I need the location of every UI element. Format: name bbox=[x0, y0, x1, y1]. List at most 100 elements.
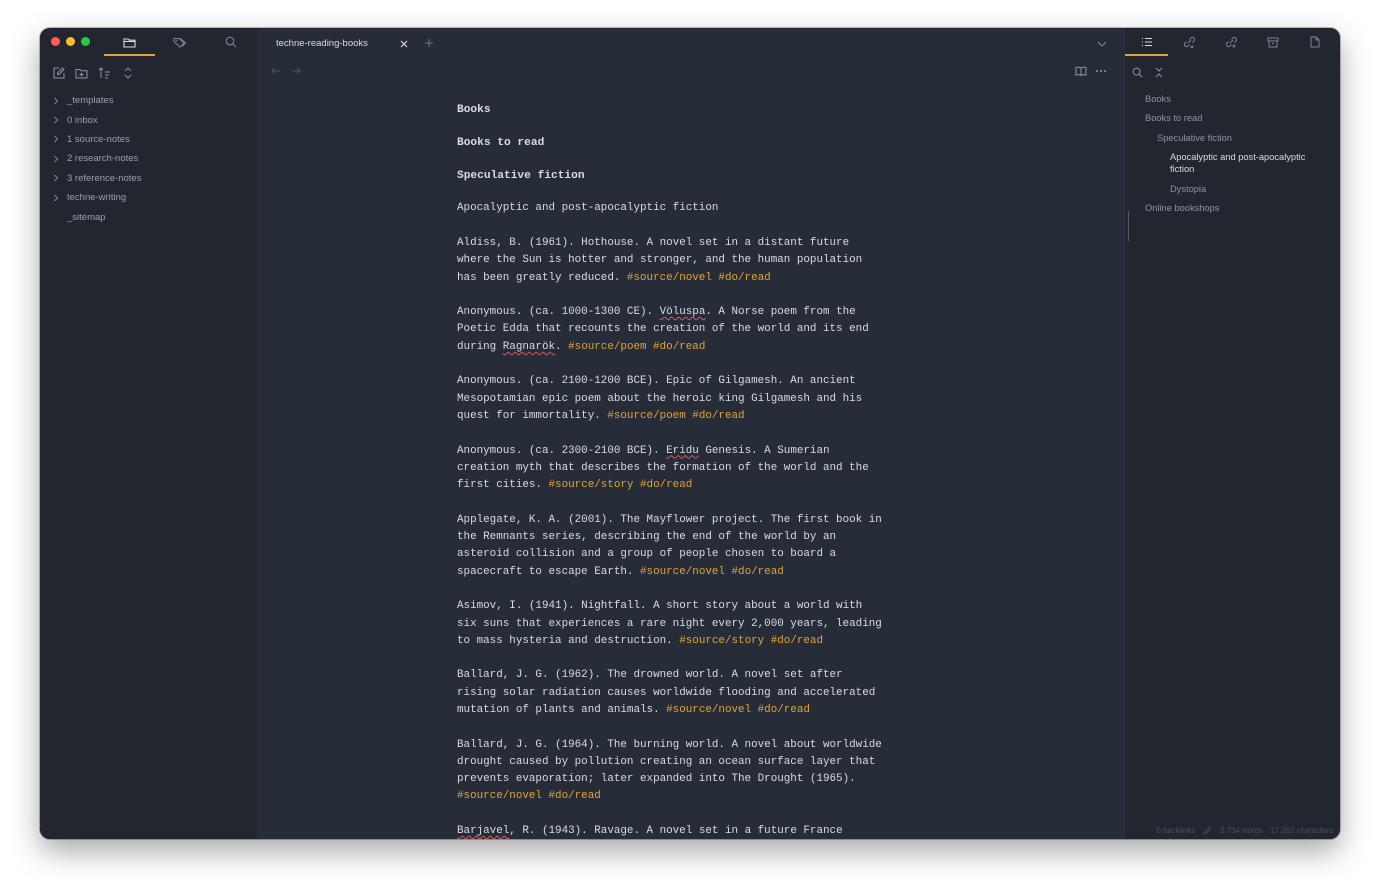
tab-file-explorer[interactable] bbox=[117, 34, 141, 50]
entry-voluspa: Anonymous. (ca. 1000-1300 CE). Völuspa. … bbox=[457, 306, 869, 353]
tab-archive[interactable] bbox=[1261, 34, 1285, 50]
outgoing-links-icon bbox=[1225, 36, 1237, 48]
tags-icon bbox=[173, 37, 187, 48]
arrow-right-icon bbox=[292, 67, 301, 75]
archive-icon bbox=[1267, 37, 1279, 47]
tree-item-label: _templates bbox=[67, 95, 114, 107]
minimize-window-button[interactable] bbox=[66, 37, 75, 46]
main-editor-pane: techne-reading-books Books Books to read bbox=[257, 28, 1125, 839]
tag-link[interactable]: #source/poem #do/read bbox=[568, 341, 705, 353]
tree-item-label: 2 research-notes bbox=[67, 153, 139, 165]
entry-barjavel-ravage: Barjavel, R. (1943). Ravage. A novel set… bbox=[457, 825, 843, 838]
tag-link[interactable]: #source/novel #do/read bbox=[457, 790, 601, 802]
book-open-icon bbox=[1075, 66, 1087, 76]
chevron-right-icon bbox=[54, 97, 59, 105]
tag-link[interactable]: #source/novel #do/read bbox=[666, 704, 810, 716]
outline-item-dystopia[interactable]: Dystopia bbox=[1170, 183, 1206, 195]
note-content[interactable]: Books Books to read Speculative fiction … bbox=[457, 102, 927, 839]
tree-folder-techne-writing[interactable]: techne-writing bbox=[40, 188, 257, 207]
outline-item-online-bookshops[interactable]: Online bookshops bbox=[1145, 202, 1219, 214]
tag-link[interactable]: #source/story #do/read bbox=[679, 635, 823, 647]
search-icon bbox=[225, 36, 237, 48]
outline-item-speculative-fiction[interactable]: Speculative fiction bbox=[1157, 132, 1232, 144]
arrow-left-icon bbox=[271, 67, 280, 75]
entry-applegate-mayflower: Applegate, K. A. (2001). The Mayflower p… bbox=[457, 513, 882, 578]
tab-techne-reading-books[interactable]: techne-reading-books bbox=[276, 38, 368, 49]
outline-collapse-button[interactable] bbox=[1152, 65, 1166, 79]
file-icon bbox=[1310, 36, 1320, 48]
tree-item-label: 0 inbox bbox=[67, 114, 98, 126]
heading-apocalyptic-fiction: Apocalyptic and post-apocalyptic fiction bbox=[457, 202, 719, 215]
file-tree: _templates 0 inbox 1 source-notes 2 rese… bbox=[40, 91, 257, 227]
outline-icon bbox=[1142, 37, 1152, 47]
tree-folder-inbox[interactable]: 0 inbox bbox=[40, 110, 257, 129]
backlinks-icon bbox=[1183, 36, 1195, 48]
entry-ballard-burning-world: Ballard, J. G. (1964). The burning world… bbox=[457, 738, 882, 803]
app-window: _templates 0 inbox 1 source-notes 2 rese… bbox=[40, 28, 1340, 839]
tree-item-label: 1 source-notes bbox=[67, 133, 130, 145]
chevron-right-icon bbox=[54, 174, 59, 182]
close-tab-button[interactable] bbox=[398, 38, 410, 50]
entry-aldiss-hothouse: Aldiss, B. (1961). Hothouse. A novel set… bbox=[457, 236, 863, 284]
folder-icon bbox=[122, 37, 136, 48]
tab-file-properties[interactable] bbox=[1303, 34, 1327, 50]
tab-backlinks[interactable] bbox=[1177, 34, 1201, 50]
search-icon bbox=[1132, 67, 1142, 77]
more-horizontal-icon bbox=[1096, 70, 1106, 72]
entry-eridu-genesis: Anonymous. (ca. 2300-2100 BCE). Eridu Ge… bbox=[457, 444, 869, 492]
status-bar: 0 backlinks 2,734 words 17,092 character… bbox=[1157, 826, 1333, 835]
left-sidebar: _templates 0 inbox 1 source-notes 2 rese… bbox=[40, 28, 257, 839]
tag-link[interactable]: #source/story #do/read bbox=[549, 479, 693, 491]
tab-outgoing-links[interactable] bbox=[1219, 34, 1243, 50]
outline-active-indicator bbox=[1128, 211, 1129, 241]
window-controls bbox=[51, 37, 90, 46]
more-options-button[interactable] bbox=[1094, 64, 1108, 78]
expand-collapse-icon bbox=[124, 67, 131, 79]
sort-button[interactable] bbox=[96, 65, 113, 81]
tree-file-sitemap[interactable]: _sitemap bbox=[40, 207, 257, 226]
tag-link[interactable]: #source/novel #do/read bbox=[640, 566, 784, 578]
tree-item-label: _sitemap bbox=[67, 211, 106, 223]
close-window-button[interactable] bbox=[51, 37, 60, 46]
chevron-right-icon bbox=[54, 155, 59, 163]
collapse-icon bbox=[1155, 67, 1163, 77]
outline-search-button[interactable] bbox=[1130, 65, 1144, 79]
entry-gilgamesh: Anonymous. (ca. 2100-1200 BCE). Epic of … bbox=[457, 375, 863, 422]
tab-tags[interactable] bbox=[168, 34, 192, 50]
entry-asimov-nightfall: Asimov, I. (1941). Nightfall. A short st… bbox=[457, 600, 882, 647]
tree-folder-templates[interactable]: _templates bbox=[40, 91, 257, 110]
tab-title: techne-reading-books bbox=[276, 38, 368, 49]
tree-item-label: 3 reference-notes bbox=[67, 172, 142, 184]
tag-link[interactable]: #source/poem #do/read bbox=[607, 410, 744, 422]
close-icon bbox=[400, 40, 408, 48]
tree-item-label: techne-writing bbox=[67, 192, 127, 204]
pencil-icon[interactable] bbox=[1203, 826, 1212, 835]
character-count: 17,092 characters bbox=[1270, 826, 1333, 835]
new-tab-button[interactable] bbox=[422, 36, 436, 50]
heading-speculative-fiction: Speculative fiction bbox=[457, 169, 585, 182]
tree-folder-reference-notes[interactable]: 3 reference-notes bbox=[40, 169, 257, 188]
zoom-window-button[interactable] bbox=[81, 37, 90, 46]
file-explorer-toolbar bbox=[50, 65, 136, 81]
tree-folder-research-notes[interactable]: 2 research-notes bbox=[40, 149, 257, 168]
tab-search[interactable] bbox=[219, 34, 243, 50]
word-count: 2,734 words bbox=[1220, 826, 1263, 835]
outline-item-books-to-read[interactable]: Books to read bbox=[1145, 112, 1202, 124]
outline-item-apocalyptic-fiction[interactable]: Apocalyptic and post-apocalyptic fiction bbox=[1170, 151, 1330, 175]
navigate-back-button[interactable] bbox=[269, 64, 283, 78]
outline-item-books[interactable]: Books bbox=[1145, 93, 1171, 105]
tab-list-dropdown[interactable] bbox=[1095, 37, 1109, 51]
sort-icon bbox=[98, 67, 110, 79]
tag-link[interactable]: #source/novel #do/read bbox=[627, 272, 771, 284]
tree-folder-source-notes[interactable]: 1 source-notes bbox=[40, 130, 257, 149]
new-note-button[interactable] bbox=[50, 65, 67, 81]
expand-collapse-button[interactable] bbox=[119, 65, 136, 81]
navigate-forward-button[interactable] bbox=[289, 64, 303, 78]
chevron-down-icon bbox=[1097, 41, 1107, 47]
new-folder-button[interactable] bbox=[73, 65, 90, 81]
reading-view-button[interactable] bbox=[1074, 64, 1088, 78]
backlinks-count[interactable]: 0 backlinks bbox=[1157, 826, 1196, 835]
chevron-right-icon bbox=[54, 194, 59, 201]
tab-outline[interactable] bbox=[1135, 34, 1159, 50]
plus-icon bbox=[425, 39, 433, 47]
